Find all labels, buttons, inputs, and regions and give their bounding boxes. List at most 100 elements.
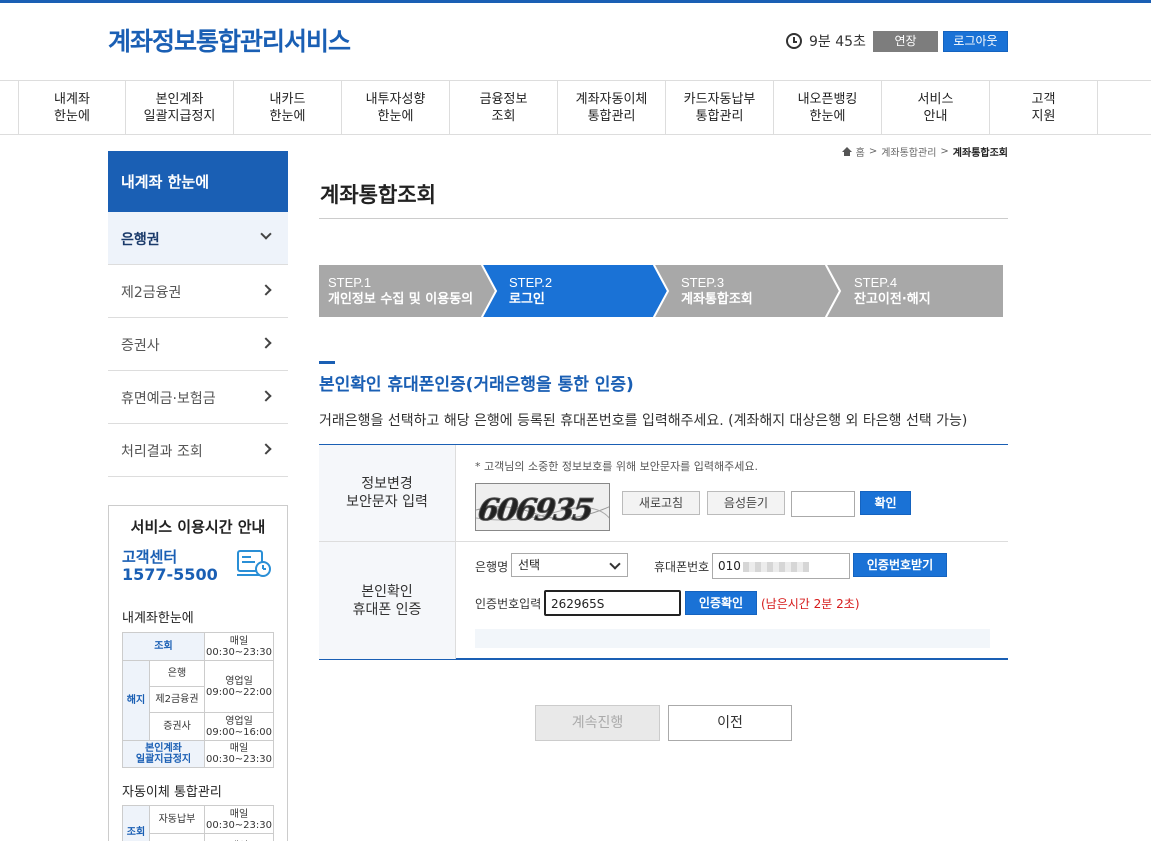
cell-empty bbox=[149, 833, 205, 841]
sidebar-item-securities[interactable]: 증권사 bbox=[108, 318, 288, 371]
chevron-right-icon bbox=[260, 390, 272, 402]
auth-form-table: 정보변경 보안문자 입력 * 고객님의 소중한 정보보호를 위해 보안문자를 입… bbox=[319, 444, 1008, 660]
phone-auth-row-header: 본인확인 휴대폰 인증 bbox=[319, 542, 456, 659]
step-3-shape bbox=[654, 265, 839, 317]
step-3-num: STEP.3 bbox=[681, 275, 724, 290]
captcha-input[interactable] bbox=[791, 491, 855, 517]
cell-securities-time: 영업일 09:00~16:00 bbox=[203, 712, 275, 741]
prev-button[interactable]: 이전 bbox=[668, 705, 792, 741]
step-4-label: 잔고이전·해지 bbox=[854, 291, 931, 307]
code-label: 인증번호입력 bbox=[475, 597, 542, 611]
code-input[interactable]: 262965S bbox=[544, 590, 681, 616]
session-timer: 9분 45초 bbox=[786, 31, 866, 51]
service-section-auto-transfer: 자동이체 통합관리 bbox=[122, 785, 222, 800]
gnb-item-auto-transfer[interactable]: 계좌자동이체 통합관리 bbox=[558, 81, 666, 134]
gnb-item-investment[interactable]: 내투자성향 한눈에 bbox=[342, 81, 450, 134]
section-description: 거래은행을 선택하고 해당 은행에 등록된 휴대폰번호를 입력해주세요. (계좌… bbox=[319, 413, 968, 429]
sidebar-title: 내계좌 한눈에 bbox=[108, 151, 288, 212]
cell-bank: 은행 bbox=[149, 660, 205, 687]
step-indicator: STEP.1 개인정보 수집 및 이용동의 STEP.2 로그인 STEP.3 … bbox=[319, 265, 1003, 317]
breadcrumb-mid[interactable]: 계좌통합관리 bbox=[881, 144, 936, 159]
chevron-right-icon bbox=[260, 284, 272, 296]
captcha-confirm-button[interactable]: 확인 bbox=[860, 491, 911, 515]
global-nav: 내계좌 한눈에 본인계좌 일괄지급정지 내카드 한눈에 내투자성향 한눈에 금융… bbox=[0, 80, 1151, 135]
cell-payment-stop-time: 매일 00:30~23:30 bbox=[203, 740, 275, 768]
chevron-right-icon bbox=[260, 443, 272, 455]
gnb-item-support[interactable]: 고객 지원 bbox=[990, 81, 1098, 134]
captcha-refresh-button[interactable]: 새로고침 bbox=[622, 491, 700, 515]
phone-label: 휴대폰번호 bbox=[654, 560, 710, 574]
step-1-shape bbox=[319, 265, 495, 317]
captcha-audio-button[interactable]: 음성듣기 bbox=[707, 491, 785, 515]
masked-phone-digits bbox=[742, 561, 809, 572]
step-2-shape bbox=[482, 265, 667, 317]
sidebar-item-second-tier[interactable]: 제2금융권 bbox=[108, 265, 288, 318]
section-marker bbox=[319, 361, 335, 364]
breadcrumb-current: 계좌통합조회 bbox=[952, 148, 1008, 159]
info-strip bbox=[475, 629, 990, 648]
cell-daily: 매일 bbox=[203, 833, 275, 841]
chevron-down-icon bbox=[260, 228, 272, 240]
cell-inquiry: 조회 bbox=[122, 632, 205, 661]
cell-inquiry-time: 매일 00:30~23:30 bbox=[203, 632, 275, 661]
top-accent-bar bbox=[0, 0, 1151, 3]
chevron-right-icon bbox=[260, 337, 272, 349]
cell-auto-inquiry: 조회 bbox=[122, 805, 150, 841]
home-icon bbox=[841, 147, 852, 156]
service-hours-table-auto-transfer: 조회 자동납부 매일00:30~23:30 매일 bbox=[122, 805, 275, 841]
step-4-shape bbox=[826, 265, 1003, 317]
captcha-row: 정보변경 보안문자 입력 * 고객님의 소중한 정보보호를 위해 보안문자를 입… bbox=[319, 445, 1008, 542]
sidebar-item-bank[interactable]: 은행권 bbox=[108, 212, 288, 265]
breadcrumb-home[interactable]: 홈 bbox=[856, 144, 865, 159]
bank-label: 은행명 bbox=[475, 560, 509, 574]
service-hours-box: 서비스 이용시간 안내 고객센터 1577-5500 내계좌한눈에 조회 매일 0… bbox=[108, 505, 288, 841]
step-2-num: STEP.2 bbox=[509, 275, 552, 290]
bank-select[interactable]: 선택 bbox=[511, 553, 628, 577]
title-divider bbox=[319, 218, 1008, 219]
extend-button[interactable]: 연장 bbox=[873, 31, 938, 52]
service-hours-table-accounts: 조회 매일 00:30~23:30 해지 은행 영업일 09:00~22:00 제2… bbox=[122, 632, 275, 768]
verify-button[interactable]: 인증확인 bbox=[685, 591, 757, 615]
cell-second-tier: 제2금융권 bbox=[149, 686, 205, 713]
logout-button[interactable]: 로그아웃 bbox=[943, 31, 1008, 52]
gnb-item-card-auto-pay[interactable]: 카드자동납부 통합관리 bbox=[666, 81, 774, 134]
breadcrumb: 홈 > 계좌통합관리 > 계좌통합조회 bbox=[841, 144, 1008, 159]
section-title: 본인확인 휴대폰인증(거래은행을 통한 인증) bbox=[319, 375, 634, 395]
cell-bank-time: 영업일 09:00~22:00 bbox=[203, 660, 275, 713]
gnb-item-financial-info[interactable]: 금융정보 조회 bbox=[450, 81, 558, 134]
breadcrumb-separator: > bbox=[940, 146, 949, 157]
step-4-num: STEP.4 bbox=[854, 275, 897, 290]
sidebar-item-results[interactable]: 처리결과 조회 bbox=[108, 424, 288, 477]
captcha-text: 606935 bbox=[476, 493, 595, 528]
phone-input[interactable]: 010 bbox=[712, 553, 850, 579]
sidebar-item-dormant[interactable]: 휴면예금·보험금 bbox=[108, 371, 288, 424]
customer-center-number: 1577-5500 bbox=[122, 565, 218, 584]
cell-auto-pay-time: 매일 00:30~23:30 bbox=[203, 805, 275, 834]
gnb-item-payment-stop[interactable]: 본인계좌 일괄지급정지 bbox=[126, 81, 234, 134]
cell-cancel: 해지 bbox=[122, 660, 150, 741]
step-1-label: 개인정보 수집 및 이용동의 bbox=[328, 291, 473, 307]
page-title: 계좌통합조회 bbox=[320, 183, 436, 207]
continue-button[interactable]: 계속진행 bbox=[535, 705, 660, 741]
gnb-item-open-banking[interactable]: 내오픈뱅킹 한눈에 bbox=[774, 81, 882, 134]
gnb-item-my-cards[interactable]: 내카드 한눈에 bbox=[234, 81, 342, 134]
gnb-item-service-info[interactable]: 서비스 안내 bbox=[882, 81, 990, 134]
step-3-label: 계좌통합조회 bbox=[681, 291, 753, 307]
step-2-label: 로그인 bbox=[509, 291, 545, 307]
customer-center-label: 고객센터 bbox=[122, 548, 178, 566]
captcha-row-header: 정보변경 보안문자 입력 bbox=[319, 445, 456, 541]
captcha-note: * 고객님의 소중한 정보보호를 위해 보안문자를 입력해주세요. bbox=[475, 460, 758, 473]
gnb-item-my-accounts[interactable]: 내계좌 한눈에 bbox=[18, 81, 126, 134]
phone-auth-row: 본인확인 휴대폰 인증 은행명 선택 휴대폰번호 010 인증번호받기 인증번호… bbox=[319, 542, 1008, 659]
timer-text: 9분 45초 bbox=[809, 34, 866, 50]
customer-center-icon bbox=[237, 550, 271, 577]
cell-payment-stop: 본인계좌 일괄지급정지 bbox=[122, 740, 205, 768]
get-code-button[interactable]: 인증번호받기 bbox=[853, 553, 947, 577]
cell-auto-pay: 자동납부 bbox=[149, 805, 205, 834]
clock-icon bbox=[786, 33, 802, 49]
breadcrumb-separator: > bbox=[868, 146, 878, 157]
logo[interactable]: 계좌정보통합관리서비스 bbox=[108, 22, 351, 58]
captcha-image: 606935 bbox=[475, 483, 610, 531]
service-section-accounts: 내계좌한눈에 bbox=[122, 611, 194, 626]
service-hours-title: 서비스 이용시간 안내 bbox=[130, 518, 266, 536]
